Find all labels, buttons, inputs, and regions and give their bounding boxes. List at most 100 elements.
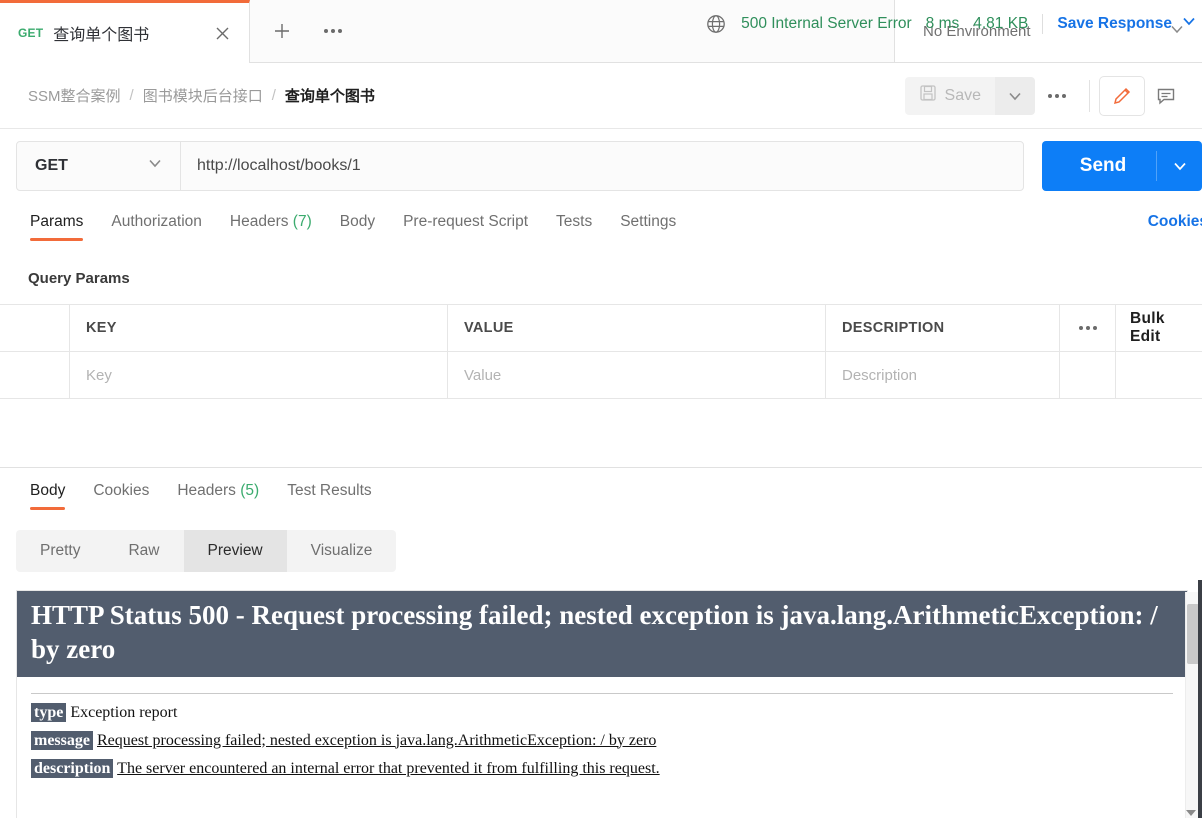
response-preview-pane: HTTP Status 500 - Request processing fai… bbox=[16, 590, 1188, 818]
table-header-checkbox-cell bbox=[0, 305, 70, 351]
send-button[interactable]: Send bbox=[1042, 140, 1202, 191]
error-row-type: type Exception report bbox=[17, 694, 1187, 722]
error-label-message: message bbox=[31, 730, 93, 750]
row-checkbox-cell[interactable] bbox=[0, 352, 70, 398]
postman-window: GET 查询单个图书 No Environment SSM整合案例 / 图书模块… bbox=[0, 0, 1202, 818]
toolbar-divider bbox=[1089, 79, 1090, 112]
tab-body-label: Body bbox=[339, 213, 376, 230]
error-page-heading: HTTP Status 500 - Request processing fai… bbox=[17, 591, 1187, 677]
tab-method-label: GET bbox=[18, 26, 44, 40]
breadcrumb-item-current: 查询单个图书 bbox=[284, 88, 375, 105]
error-text-message: Request processing failed; nested except… bbox=[96, 731, 657, 749]
query-params-label: Query Params bbox=[28, 270, 130, 287]
tab-params-label: Params bbox=[30, 213, 84, 230]
chevron-down-icon bbox=[146, 154, 164, 177]
tab-tests-label: Tests bbox=[556, 213, 593, 230]
globe-icon bbox=[705, 13, 727, 35]
save-button[interactable]: Save bbox=[904, 76, 995, 115]
chevron-down-icon bbox=[1180, 12, 1198, 35]
tab-settings-label: Settings bbox=[620, 213, 677, 230]
request-more-button[interactable] bbox=[1035, 77, 1079, 115]
response-tab-test-results[interactable]: Test Results bbox=[273, 468, 385, 514]
http-method-select[interactable]: GET bbox=[17, 141, 181, 190]
bulk-edit-button[interactable]: Bulk Edit bbox=[1116, 305, 1202, 351]
send-options-button[interactable] bbox=[1156, 150, 1202, 181]
tab-headers-count: (7) bbox=[292, 213, 312, 230]
breadcrumb: SSM整合案例 / 图书模块后台接口 / 查询单个图书 bbox=[28, 85, 905, 106]
key-input[interactable]: Key bbox=[70, 352, 448, 398]
row-trailing-cell bbox=[1116, 352, 1202, 398]
response-time: 8 ms bbox=[925, 14, 960, 32]
tab-authorization[interactable]: Authorization bbox=[97, 207, 215, 245]
response-view-mode-group: Pretty Raw Preview Visualize bbox=[16, 530, 397, 572]
response-tab-body[interactable]: Body bbox=[16, 468, 79, 514]
breadcrumb-item-collection[interactable]: SSM整合案例 bbox=[28, 85, 121, 106]
breadcrumb-item-folder[interactable]: 图书模块后台接口 bbox=[143, 85, 263, 106]
close-icon[interactable] bbox=[209, 20, 235, 46]
response-tab-test-results-label: Test Results bbox=[287, 482, 372, 499]
request-tab-active[interactable]: GET 查询单个图书 bbox=[0, 0, 250, 63]
table-row[interactable]: Key Value Description bbox=[0, 352, 1202, 399]
tab-more-icon[interactable] bbox=[316, 20, 350, 42]
response-tabs: Body Cookies Headers (5) Test Results bbox=[0, 468, 1202, 522]
breadcrumb-bar: SSM整合案例 / 图书模块后台接口 / 查询单个图书 Save bbox=[0, 63, 1202, 129]
window-right-edge bbox=[1198, 580, 1202, 818]
comment-icon bbox=[1157, 88, 1175, 105]
send-button-label: Send bbox=[1079, 154, 1127, 176]
cookies-link[interactable]: Cookies bbox=[1148, 213, 1202, 231]
tab-body[interactable]: Body bbox=[326, 207, 389, 245]
breadcrumb-separator: / bbox=[129, 87, 134, 104]
table-header-description: DESCRIPTION bbox=[826, 305, 1060, 351]
view-mode-pretty[interactable]: Pretty bbox=[16, 530, 104, 572]
tab-tests[interactable]: Tests bbox=[542, 207, 606, 245]
table-header-row: KEY VALUE DESCRIPTION Bulk Edit bbox=[0, 305, 1202, 352]
error-label-type: type bbox=[31, 702, 67, 722]
comments-button[interactable] bbox=[1144, 77, 1188, 115]
plus-icon[interactable] bbox=[265, 14, 299, 48]
error-row-message: message Request processing failed; neste… bbox=[17, 722, 1187, 750]
table-options-button[interactable] bbox=[1060, 305, 1116, 351]
table-header-value: VALUE bbox=[448, 305, 826, 351]
edit-documentation-button[interactable] bbox=[1100, 76, 1144, 115]
scroll-down-icon[interactable] bbox=[1186, 810, 1196, 816]
response-tab-body-label: Body bbox=[30, 482, 66, 499]
view-mode-raw[interactable]: Raw bbox=[104, 530, 183, 572]
breadcrumb-separator: / bbox=[271, 87, 276, 104]
floppy-disk-icon bbox=[919, 84, 937, 107]
chevron-down-icon bbox=[1009, 92, 1021, 100]
query-params-table: KEY VALUE DESCRIPTION Bulk Edit Key Valu… bbox=[0, 304, 1202, 399]
tab-params[interactable]: Params bbox=[16, 207, 97, 245]
response-tab-headers-count: (5) bbox=[240, 482, 260, 499]
url-input[interactable]: http://localhost/books/1 bbox=[181, 142, 1023, 190]
error-label-description: description bbox=[31, 758, 114, 778]
url-input-group: GET http://localhost/books/1 bbox=[16, 140, 1024, 191]
status-badge: 500 Internal Server Error bbox=[741, 14, 912, 32]
tab-settings[interactable]: Settings bbox=[606, 207, 690, 245]
value-input[interactable]: Value bbox=[448, 352, 826, 398]
response-tab-cookies[interactable]: Cookies bbox=[79, 468, 163, 514]
response-tab-headers-label: Headers bbox=[177, 482, 236, 499]
pencil-icon bbox=[1113, 87, 1131, 104]
error-text-description: The server encountered an internal error… bbox=[117, 759, 660, 777]
tab-pre-request-script[interactable]: Pre-request Script bbox=[389, 207, 542, 245]
tab-headers-label: Headers bbox=[229, 213, 289, 230]
url-bar: GET http://localhost/books/1 Send bbox=[0, 129, 1202, 202]
response-tab-cookies-label: Cookies bbox=[93, 482, 150, 499]
error-row-description: description The server encountered an in… bbox=[17, 750, 1187, 778]
tab-headers[interactable]: Headers (7) bbox=[216, 207, 326, 245]
status-divider bbox=[1042, 13, 1044, 34]
description-input[interactable]: Description bbox=[826, 352, 1060, 398]
save-response-label: Save Response bbox=[1057, 14, 1172, 32]
row-options-cell bbox=[1060, 352, 1116, 398]
response-tab-headers[interactable]: Headers (5) bbox=[163, 468, 273, 514]
view-mode-preview[interactable]: Preview bbox=[183, 530, 287, 572]
table-header-key: KEY bbox=[70, 305, 448, 351]
response-status-bar: 500 Internal Server Error 8 ms 4.81 KB S… bbox=[705, 12, 1202, 35]
tab-title-label: 查询单个图书 bbox=[53, 27, 150, 44]
request-tabs: Params Authorization Headers (7) Body Pr… bbox=[0, 207, 1202, 254]
save-button-label: Save bbox=[944, 86, 981, 104]
view-mode-visualize[interactable]: Visualize bbox=[287, 530, 397, 572]
save-response-button[interactable]: Save Response bbox=[1057, 12, 1198, 35]
tab-authorization-label: Authorization bbox=[111, 213, 202, 230]
save-options-button[interactable] bbox=[995, 76, 1035, 115]
